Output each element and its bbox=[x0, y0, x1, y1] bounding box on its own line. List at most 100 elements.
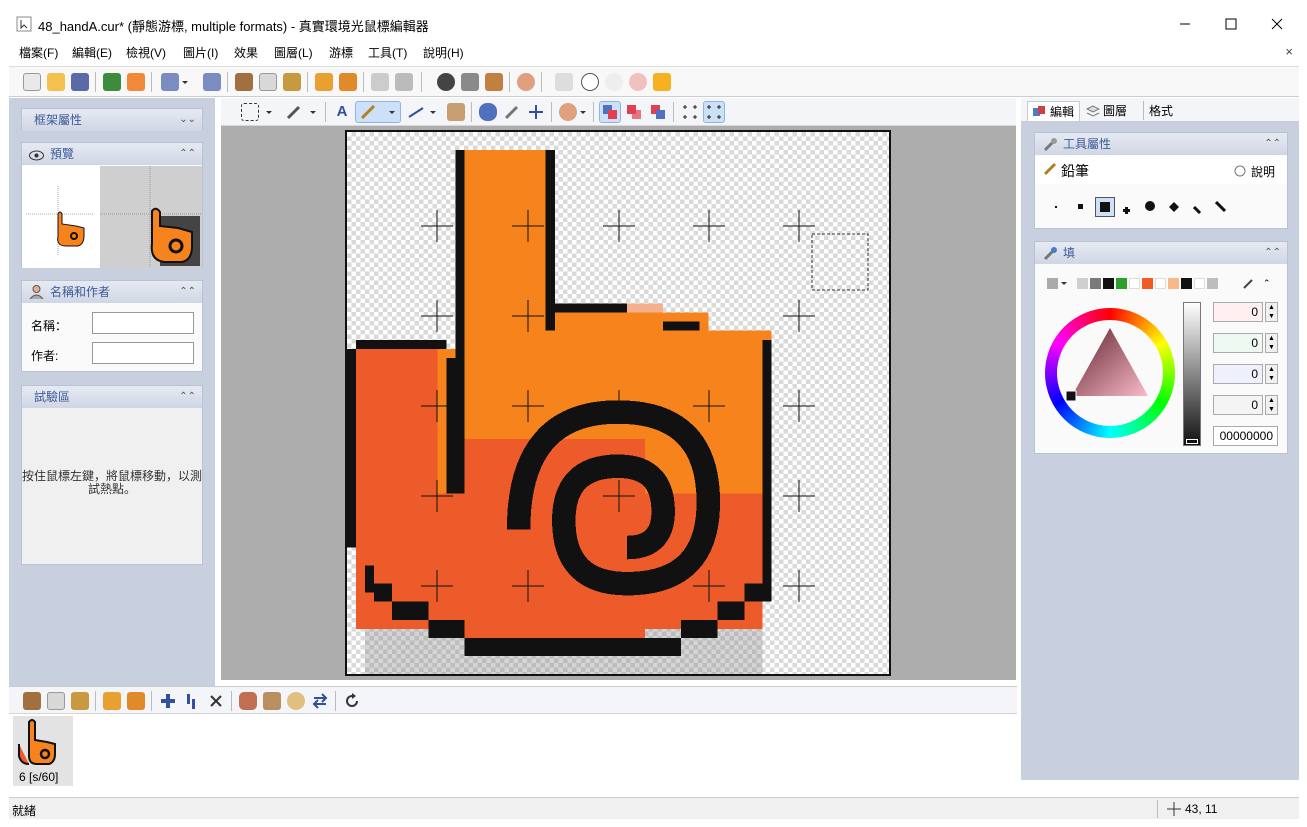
swatch-white-2[interactable] bbox=[1155, 278, 1166, 289]
menu-image[interactable]: 圖片(I) bbox=[183, 44, 218, 61]
brush-1px[interactable] bbox=[1055, 206, 1057, 208]
collapse-icon[interactable]: ⌃⌃ bbox=[1264, 242, 1281, 264]
line-tool-icon[interactable] bbox=[407, 103, 425, 121]
name-author-header[interactable]: 名稱和作者 ⌃⌃ bbox=[22, 281, 202, 303]
bucket-icon[interactable] bbox=[447, 103, 465, 121]
frame-merge-icon[interactable] bbox=[127, 692, 145, 710]
brush-cross[interactable] bbox=[1123, 203, 1130, 214]
name-field[interactable] bbox=[92, 312, 194, 334]
swatch-black[interactable] bbox=[1103, 278, 1114, 289]
eyedropper-icon[interactable] bbox=[1243, 278, 1254, 289]
hotspot-tool-icon[interactable] bbox=[527, 103, 545, 121]
stamp-icon[interactable] bbox=[461, 73, 479, 91]
frame-duplicate-icon[interactable] bbox=[103, 692, 121, 710]
brush-diagonal-large[interactable] bbox=[1214, 200, 1227, 213]
refresh-icon[interactable] bbox=[343, 692, 361, 710]
red-value[interactable]: 0 bbox=[1213, 302, 1263, 322]
pen-dropdown-icon[interactable] bbox=[309, 103, 317, 121]
blue-value[interactable]: 0 bbox=[1213, 364, 1263, 384]
expand-swatches-icon[interactable]: ⌃ bbox=[1263, 278, 1274, 289]
blend-mode-3-icon[interactable] bbox=[649, 103, 667, 121]
frame-ruler-icon[interactable] bbox=[263, 692, 281, 710]
duplicate-icon[interactable] bbox=[315, 73, 333, 91]
dropper-icon[interactable] bbox=[503, 103, 521, 121]
merge-icon[interactable] bbox=[339, 73, 357, 91]
hand-cursor-icon[interactable] bbox=[371, 73, 389, 91]
collapse-icon[interactable]: ⌃⌃ bbox=[1264, 133, 1281, 155]
copy-icon[interactable] bbox=[259, 73, 277, 91]
minimize-button[interactable] bbox=[1162, 8, 1208, 40]
fire-icon[interactable] bbox=[653, 73, 671, 91]
menu-help[interactable]: 說明(H) bbox=[423, 44, 464, 61]
open-folder-icon[interactable] bbox=[47, 73, 65, 91]
close-document-icon[interactable]: × bbox=[1285, 44, 1293, 59]
brush-2px[interactable] bbox=[1078, 204, 1083, 209]
save-icon[interactable] bbox=[71, 73, 89, 91]
tab-layers[interactable]: 圖層 bbox=[1083, 101, 1132, 120]
eraser-icon[interactable] bbox=[485, 73, 503, 91]
tab-format[interactable]: 格式 bbox=[1143, 101, 1178, 120]
busy-cursor-icon[interactable] bbox=[581, 73, 599, 91]
add-frame-icon[interactable] bbox=[159, 692, 177, 710]
grid-toggle-icon[interactable] bbox=[681, 103, 699, 121]
swatch-white-3[interactable] bbox=[1194, 278, 1205, 289]
color-wheel[interactable] bbox=[1045, 308, 1175, 438]
brush-round[interactable] bbox=[1145, 201, 1155, 211]
help-link[interactable]: 說明 bbox=[1251, 163, 1275, 180]
frame-cut-icon[interactable] bbox=[23, 692, 41, 710]
swatch-white[interactable] bbox=[1129, 278, 1140, 289]
avatar-tool-icon[interactable] bbox=[559, 103, 577, 121]
green-spinner[interactable]: ▲ ▼ bbox=[1265, 333, 1278, 353]
swatch-checker[interactable] bbox=[1207, 278, 1218, 289]
swatch-orange[interactable] bbox=[1142, 278, 1153, 289]
user-icon[interactable] bbox=[517, 73, 535, 91]
swatch-dropdown-icon[interactable] bbox=[1060, 278, 1068, 289]
menu-edit[interactable]: 編輯(E) bbox=[72, 44, 112, 61]
cut-icon[interactable] bbox=[235, 73, 253, 91]
blue-spinner[interactable]: ▲ ▼ bbox=[1265, 364, 1278, 384]
swatch-gray[interactable] bbox=[1090, 278, 1101, 289]
blend-mode-1-icon[interactable] bbox=[599, 101, 621, 123]
frame-settings-icon[interactable] bbox=[287, 692, 305, 710]
menu-cursor[interactable]: 游標 bbox=[329, 44, 353, 61]
frame-paste-icon[interactable] bbox=[71, 692, 89, 710]
expand-icon[interactable]: ⌄⌄ bbox=[179, 109, 196, 131]
collapse-icon[interactable]: ⌃⌃ bbox=[179, 143, 196, 165]
swatch-pattern[interactable] bbox=[1047, 278, 1058, 289]
pen-icon[interactable] bbox=[285, 103, 303, 121]
brush-3px-selected[interactable] bbox=[1095, 197, 1115, 217]
alpha-spinner[interactable]: ▲ ▼ bbox=[1265, 395, 1278, 415]
frame-effect-icon[interactable] bbox=[239, 692, 257, 710]
contrast-icon[interactable] bbox=[437, 73, 455, 91]
pixel-canvas[interactable] bbox=[345, 130, 891, 676]
red-spinner[interactable]: ▲ ▼ bbox=[1265, 302, 1278, 322]
preview-header[interactable]: 預覽 ⌃⌃ bbox=[22, 143, 202, 165]
author-field[interactable] bbox=[92, 342, 194, 364]
alpha-slider[interactable] bbox=[1183, 302, 1201, 446]
undo-icon[interactable] bbox=[161, 73, 179, 91]
collapse-icon[interactable]: ⌃⌃ bbox=[179, 386, 196, 408]
avatar-dropdown-icon[interactable] bbox=[579, 103, 587, 121]
test-area-header[interactable]: 試驗區 ⌃⌃ bbox=[22, 386, 202, 408]
alpha-value[interactable]: 0 bbox=[1213, 395, 1263, 415]
frame-copy-icon[interactable] bbox=[47, 692, 65, 710]
menu-view[interactable]: 檢視(V) bbox=[126, 44, 166, 61]
lifebuoy-icon[interactable] bbox=[629, 73, 647, 91]
collapse-icon[interactable]: ⌃⌃ bbox=[179, 281, 196, 303]
brush-diamond[interactable] bbox=[1169, 201, 1179, 212]
sound-icon[interactable] bbox=[127, 73, 145, 91]
cursor-hotspot-icon[interactable] bbox=[395, 73, 413, 91]
swatch-peach[interactable] bbox=[1168, 278, 1179, 289]
hex-color-field[interactable]: 00000000 bbox=[1213, 426, 1278, 446]
close-window-button[interactable] bbox=[1254, 8, 1300, 40]
arrow-cursor-icon[interactable] bbox=[555, 73, 573, 91]
swatch-green[interactable] bbox=[1116, 278, 1127, 289]
grid-dots-icon[interactable] bbox=[703, 101, 725, 123]
menu-tools[interactable]: 工具(T) bbox=[368, 44, 407, 61]
swap-frames-icon[interactable] bbox=[311, 692, 329, 710]
fill-header[interactable]: 填 ⌃⌃ bbox=[1035, 242, 1287, 264]
delete-frame-icon[interactable] bbox=[207, 692, 225, 710]
tab-edit[interactable]: 編輯 bbox=[1027, 101, 1081, 121]
maximize-button[interactable] bbox=[1208, 8, 1254, 40]
selection-dropdown-icon[interactable] bbox=[265, 103, 273, 121]
